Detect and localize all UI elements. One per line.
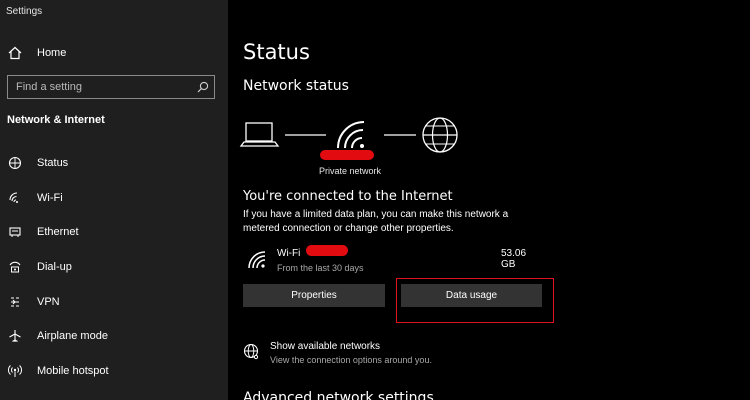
vpn-icon [7,294,23,310]
home-label: Home [37,47,67,59]
wifi-network-name: Wi-Fi [277,248,301,259]
sidebar-item-label: VPN [37,295,60,308]
sidebar-item-vpn[interactable]: VPN [0,284,228,319]
hotspot-icon [7,363,23,379]
wifi-connection-row: Wi-Fi From the last 30 days 53.06 GB [243,242,543,278]
sidebar-item-ethernet[interactable]: Ethernet [0,215,228,250]
wifi-icon [7,190,23,206]
home-icon [7,45,23,61]
laptop-icon [239,122,280,147]
wifi-icon [247,250,267,275]
network-status-heading: Network status [243,78,349,94]
wifi-network-icon [337,121,365,149]
window-title: Settings [6,6,43,17]
sidebar-item-airplane[interactable]: Airplane mode [0,319,228,354]
dialup-icon [7,259,23,275]
sidebar-item-label: Mobile hotspot [37,364,109,377]
show-available-networks[interactable]: Show available networks View the connect… [243,340,543,370]
properties-button[interactable]: Properties [243,284,385,307]
sidebar-item-label: Airplane mode [37,330,108,343]
sidebar-item-hotspot[interactable]: Mobile hotspot [0,354,228,389]
metered-info-text: If you have a limited data plan, you can… [243,209,509,234]
highlight-box [396,278,554,323]
available-networks-title: Show available networks [270,341,381,352]
search-box[interactable] [7,75,215,99]
status-icon [7,155,23,171]
sidebar: Settings Home Network & Internet Status … [0,0,228,400]
wifi-usage-period: From the last 30 days [277,263,364,273]
available-networks-subtitle: View the connection options around you. [270,355,432,365]
sidebar-item-label: Dial-up [37,261,72,274]
page-title: Status [243,40,310,64]
globe-icon [422,117,458,153]
sidebar-item-dialup[interactable]: Dial-up [0,250,228,285]
sidebar-item-label: Status [37,157,69,170]
redaction-mark [320,150,374,160]
search-icon[interactable] [192,76,214,98]
section-title: Network & Internet [7,114,105,126]
sidebar-item-wifi[interactable]: Wi-Fi [0,181,228,216]
redaction-mark [306,245,348,256]
connected-heading: You're connected to the Internet [243,189,453,204]
advanced-settings-heading: Advanced network settings [243,390,434,400]
wifi-data-usage: 53.06 GB [501,248,527,270]
ethernet-icon [7,224,23,240]
airplane-icon [7,328,23,344]
sidebar-item-home[interactable]: Home [0,40,228,66]
sidebar-item-label: Ethernet [37,226,79,239]
search-input[interactable] [8,76,192,98]
sidebar-nav: Status Wi-Fi Ethernet Dial-up VPN Airpla… [0,146,228,388]
main-panel: Status Network status Private network Yo… [228,0,750,400]
globe-icon [243,343,261,366]
sidebar-item-status[interactable]: Status [0,146,228,181]
sidebar-item-label: Wi-Fi [37,191,63,204]
network-caption: Private network [319,166,382,176]
